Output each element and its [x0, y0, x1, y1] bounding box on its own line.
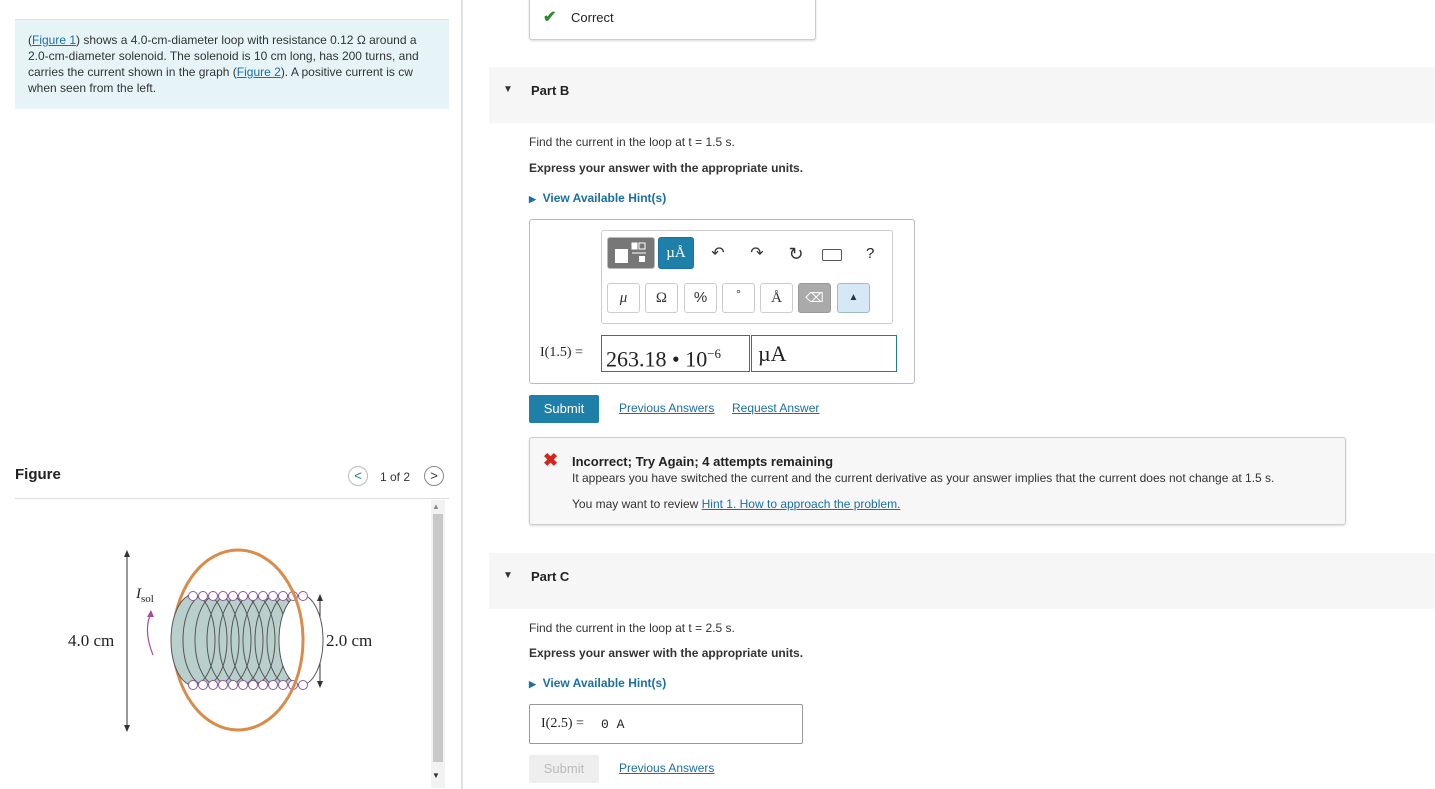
mu-button[interactable]: μ [607, 283, 640, 313]
scroll-down-icon[interactable]: ▼ [432, 771, 440, 780]
answer-mantissa: 263.18 • 10 [606, 346, 708, 372]
part-b-instruction: Express your answer with the appropriate… [529, 161, 804, 175]
help-button[interactable]: ? [866, 245, 874, 262]
part-c-previous-answers-link[interactable]: Previous Answers [619, 761, 714, 775]
answer-exponent: −6 [707, 346, 722, 361]
feedback-review: You may want to review Hint 1. How to ap… [572, 497, 900, 511]
backspace-button[interactable]: ⌫ [798, 283, 831, 313]
figure-next-button[interactable]: > [424, 466, 444, 486]
check-icon: ✔ [543, 9, 557, 26]
x-icon: ✖ [543, 450, 559, 470]
keyboard-toggle-icon: ▲ [848, 292, 859, 303]
part-c-variable-label: I(2.5) = [541, 716, 584, 731]
reset-icon[interactable]: ↻ [784, 242, 808, 266]
part-b-header[interactable] [489, 67, 1435, 123]
part-b-answer-input[interactable]: 263.18 • 10−6 [601, 335, 750, 372]
part-c-label[interactable]: Part C [531, 569, 569, 584]
problem-text: (Figure 1) shows a 4.0-cm-diameter loop … [28, 33, 419, 95]
figure-title: Figure [15, 466, 61, 483]
current-subscript: sol [141, 593, 154, 605]
part-b-question: Find the current in the loop at t = 1.5 … [529, 135, 735, 149]
redo-icon[interactable]: ↷ [745, 242, 769, 266]
scroll-up-icon[interactable]: ▲ [432, 502, 440, 511]
caret-right-icon: ▶ [529, 194, 536, 204]
part-b-previous-answers-link[interactable]: Previous Answers [619, 401, 714, 415]
figure-prev-button[interactable]: < [348, 466, 368, 486]
backspace-icon: ⌫ [805, 290, 824, 305]
omega-button[interactable]: Ω [645, 283, 678, 313]
part-c-submit-button[interactable]: Submit [529, 755, 599, 783]
hint-1-link[interactable]: Hint 1. How to approach the problem. [702, 497, 901, 511]
part-c-hint-link[interactable]: ▶ View Available Hint(s) [529, 676, 666, 690]
caret-down-icon[interactable]: ▼ [503, 84, 513, 95]
part-c-question: Find the current in the loop at t = 2.5 … [529, 621, 735, 635]
percent-button[interactable]: % [684, 283, 717, 313]
part-b-unit-input[interactable]: µA [751, 335, 897, 372]
part-c-hint-text[interactable]: View Available Hint(s) [543, 676, 667, 690]
correct-text: Correct [571, 10, 614, 25]
caret-down-icon[interactable]: ▼ [503, 570, 513, 581]
part-b-hint-text[interactable]: View Available Hint(s) [543, 191, 667, 205]
feedback-review-prefix: You may want to review [572, 497, 702, 511]
part-b-variable-label: I(1.5) = [540, 345, 583, 361]
template-icon [615, 242, 646, 263]
request-answer-link[interactable]: Request Answer [732, 401, 819, 415]
figure-scrollbar-thumb[interactable] [433, 514, 443, 762]
figure-1-link[interactable]: Figure 1 [32, 33, 76, 47]
part-b-label[interactable]: Part B [531, 83, 569, 98]
part-b-hint-link[interactable]: ▶ View Available Hint(s) [529, 191, 666, 205]
solenoid-diameter-label: 2.0 cm [326, 631, 373, 650]
part-c-header[interactable] [489, 553, 1435, 609]
keyboard-icon[interactable] [822, 249, 842, 261]
degree-button[interactable]: ° [722, 283, 755, 313]
keyboard-toggle-button[interactable]: ▲ [837, 283, 870, 313]
part-c-answer-value: 0 A [601, 717, 625, 732]
chevron-left-icon: < [354, 468, 362, 483]
current-arrowhead [147, 610, 154, 617]
figure-counter: 1 of 2 [380, 470, 411, 484]
units-button[interactable]: µÅ [658, 237, 694, 269]
part-b-submit-button[interactable]: Submit [529, 395, 599, 423]
chevron-right-icon: > [430, 468, 438, 483]
feedback-title: Incorrect; Try Again; 4 attempts remaini… [572, 454, 834, 469]
figure-2-link[interactable]: Figure 2 [237, 65, 281, 79]
part-c-instruction: Express your answer with the appropriate… [529, 646, 804, 660]
current-label: Isol [136, 586, 154, 605]
current-arrow [146, 612, 154, 656]
template-button[interactable] [607, 237, 655, 269]
caret-right-icon: ▶ [529, 679, 536, 689]
feedback-message: It appears you have switched the current… [572, 471, 1275, 485]
part-b-question-text: Find the current in the loop at t = 1.5 … [529, 135, 735, 149]
part-b-variable-text: I(1.5) = [540, 345, 583, 360]
solenoid-coils [170, 591, 324, 690]
pane-divider[interactable] [461, 0, 463, 789]
undo-icon[interactable]: ↶ [706, 242, 730, 266]
angstrom-button[interactable]: Å [760, 283, 793, 313]
loop-diameter-label: 4.0 cm [68, 631, 115, 650]
loop-dimension-arrow [124, 550, 130, 732]
